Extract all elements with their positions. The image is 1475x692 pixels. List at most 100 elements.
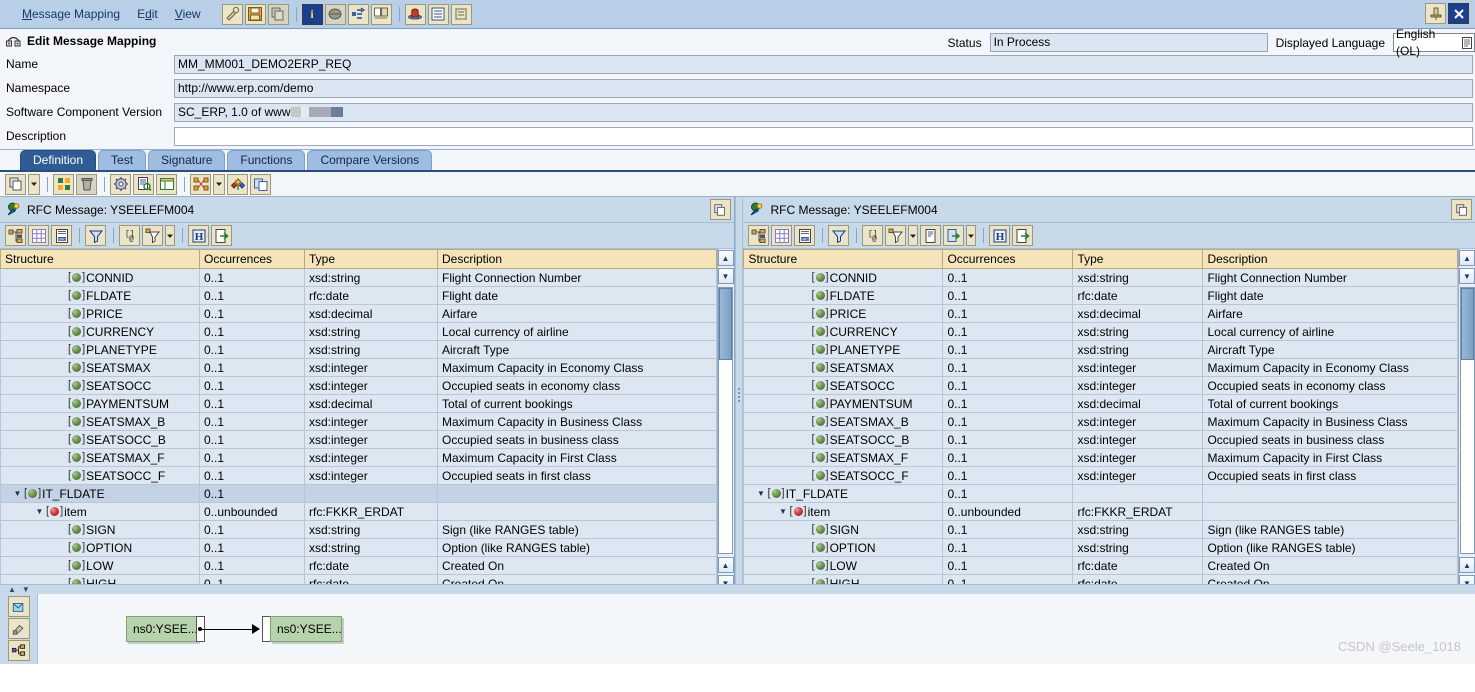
scroll-thumb[interactable] (1460, 288, 1474, 360)
where-used-icon[interactable] (347, 3, 369, 25)
list-icon[interactable] (427, 3, 449, 25)
table-row[interactable]: [] PLANETYPE 0..1 xsd:string Aircraft Type (743, 340, 1458, 359)
cell-structure[interactable]: ▼[] item (0, 502, 200, 521)
source-icon[interactable]: SRC (794, 225, 816, 246)
value-mapping-icon[interactable] (227, 173, 248, 195)
cell-structure[interactable]: [] SEATSOCC (0, 376, 200, 395)
dependencies-dropdown-icon[interactable] (213, 173, 225, 195)
pin-icon[interactable] (1425, 3, 1446, 24)
eraser-icon[interactable] (7, 618, 30, 639)
cell-structure[interactable]: [] SEATSMAX_F (0, 448, 200, 467)
cell-structure[interactable]: [] PRICE (743, 304, 944, 323)
wrench-icon[interactable] (221, 3, 243, 25)
table-row[interactable]: [] CURRENCY 0..1 xsd:string Local currency o… (0, 322, 717, 341)
scroll-up-arrow[interactable]: ▲ (1459, 250, 1475, 266)
menu-view[interactable]: View (175, 7, 201, 21)
table-row[interactable]: [] PAYMENTSUM 0..1 xsd:decimal Total of curr… (743, 394, 1458, 413)
table-row[interactable]: [] PRICE 0..1 xsd:decimal Airfare (743, 304, 1458, 323)
source-vertical-scrollbar[interactable]: ▲ ▼ ▲ ▼ (716, 249, 734, 592)
table-row[interactable]: [] SEATSOCC_F 0..1 xsd:integer Occupied seat… (0, 466, 717, 485)
document-properties-icon[interactable] (133, 173, 154, 195)
cell-structure[interactable]: [] CONNID (0, 268, 200, 287)
tree-view-icon[interactable] (748, 225, 770, 246)
mapping-canvas[interactable]: ns0:YSEE... ns0:YSEE... (38, 594, 1475, 664)
find-icon[interactable]: H (989, 225, 1011, 246)
cell-structure[interactable]: [] SEATSOCC_F (0, 466, 200, 485)
scroll-track[interactable] (1459, 287, 1475, 554)
tab-functions[interactable]: Functions (227, 150, 306, 170)
new-window-icon[interactable] (5, 173, 26, 195)
scroll-down-arrow-top[interactable]: ▼ (1459, 268, 1475, 284)
table-row[interactable]: [] OPTION 0..1 xsd:string Option (like RANGE… (0, 538, 717, 557)
copy-mapping-icon[interactable] (250, 173, 271, 195)
cell-structure[interactable]: ▼[] IT_FLDATE (0, 484, 200, 503)
info-icon[interactable]: i (301, 3, 323, 25)
table-row[interactable]: [] SEATSOCC_B 0..1 xsd:integer Occupied seat… (743, 430, 1458, 449)
table-row[interactable]: [] SEATSMAX 0..1 xsd:integer Maximum Capacit… (0, 358, 717, 377)
cell-structure[interactable]: [] SEATSMAX_B (0, 412, 200, 431)
description-input[interactable] (174, 126, 1473, 146)
target-pane-restore-button[interactable] (1451, 199, 1472, 220)
cell-structure[interactable]: [] PAYMENTSUM (0, 394, 200, 413)
tree-expand-toggle[interactable]: ▼ (754, 486, 767, 502)
mapping-splitter[interactable]: ▲ ▼ (0, 584, 1475, 594)
tab-signature[interactable]: Signature (148, 150, 226, 170)
name-input[interactable]: MM_MM001_DEMO2ERP_REQ (174, 54, 1473, 74)
table-row[interactable]: ▼[] item 0..unbounded rfc:FKKR_ERDAT (743, 502, 1458, 521)
col-occurrences[interactable]: Occurrences (199, 249, 305, 269)
cell-structure[interactable]: [] CURRENCY (743, 322, 944, 341)
table-row[interactable]: [] SEATSMAX_B 0..1 xsd:integer Maximum Capac… (743, 412, 1458, 431)
table-row[interactable]: [] SEATSMAX_F 0..1 xsd:integer Maximum Capac… (743, 448, 1458, 467)
source-pane-restore-button[interactable] (709, 199, 731, 220)
table-row[interactable]: ▼[] IT_FLDATE 0..1 (0, 484, 717, 503)
cell-structure[interactable]: [] FLDATE (0, 286, 200, 305)
source-mapping-node[interactable]: ns0:YSEE... (126, 616, 198, 642)
tree-view-icon[interactable] (5, 225, 26, 246)
col-description[interactable]: Description (437, 249, 717, 269)
splitter-down-arrow[interactable]: ▼ (22, 585, 30, 594)
table-row[interactable]: [] SIGN 0..1 xsd:string Sign (like RANGES ta… (0, 520, 717, 539)
table-row[interactable]: [] CURRENCY 0..1 xsd:string Local currency o… (743, 322, 1458, 341)
group-icon[interactable] (53, 173, 74, 195)
cell-structure[interactable]: [] SEATSMAX_B (743, 412, 944, 431)
cell-structure[interactable]: [] CONNID (743, 268, 944, 287)
cell-structure[interactable]: [] LOW (0, 556, 200, 575)
table-row[interactable]: ▼[] IT_FLDATE 0..1 (743, 484, 1458, 503)
table-row[interactable]: [] OPTION 0..1 xsd:string Option (like RANGE… (743, 538, 1458, 557)
pane-splitter[interactable] (734, 197, 744, 592)
grid-view-icon[interactable] (771, 225, 793, 246)
tree-expand-toggle[interactable]: ▼ (33, 504, 46, 520)
tree-expand-toggle[interactable]: ▼ (11, 486, 24, 502)
cell-structure[interactable]: [] CURRENCY (0, 322, 200, 341)
filter-dropdown-icon[interactable] (142, 225, 163, 246)
export-icon[interactable] (211, 225, 232, 246)
export-dropdown-arrow[interactable] (966, 225, 977, 246)
col-structure[interactable]: Structure (0, 249, 200, 269)
cell-structure[interactable]: [] PRICE (0, 304, 200, 323)
col-type[interactable]: Type (1072, 249, 1204, 269)
cell-structure[interactable]: [] OPTION (0, 538, 200, 557)
cell-structure[interactable]: [] PAYMENTSUM (743, 394, 944, 413)
filter-dropdown-icon[interactable] (885, 225, 907, 246)
filter-dropdown-arrow[interactable] (165, 225, 175, 246)
cell-structure[interactable]: [] SEATSOCC (743, 376, 944, 395)
expand-tree-icon[interactable] (7, 640, 30, 661)
copy-icon[interactable] (267, 3, 289, 25)
table-row[interactable]: [] FLDATE 0..1 rfc:date Flight date (0, 286, 717, 305)
export-dropdown-icon[interactable] (943, 225, 965, 246)
table-row[interactable]: [] PLANETYPE 0..1 xsd:string Aircraft Type (0, 340, 717, 359)
attribute-icon[interactable]: [] @ (119, 225, 140, 246)
settings-icon[interactable] (110, 173, 131, 195)
table-row[interactable]: [] FLDATE 0..1 rfc:date Flight date (743, 286, 1458, 305)
cell-structure[interactable]: [] SEATSOCC_B (0, 430, 200, 449)
scroll-up-arrow-bottom[interactable]: ▲ (717, 557, 734, 573)
pointer-icon[interactable] (7, 596, 30, 617)
menu-message-mapping[interactable]: Message Mapping (22, 7, 120, 21)
document-icon[interactable] (920, 225, 942, 246)
col-structure[interactable]: Structure (743, 249, 944, 269)
close-icon[interactable] (1448, 3, 1469, 24)
cell-structure[interactable]: [] SEATSOCC_B (743, 430, 944, 449)
cell-structure[interactable]: [] SEATSMAX (0, 358, 200, 377)
table-row[interactable]: [] SEATSMAX 0..1 xsd:integer Maximum Capacit… (743, 358, 1458, 377)
scroll-thumb[interactable] (719, 288, 733, 360)
